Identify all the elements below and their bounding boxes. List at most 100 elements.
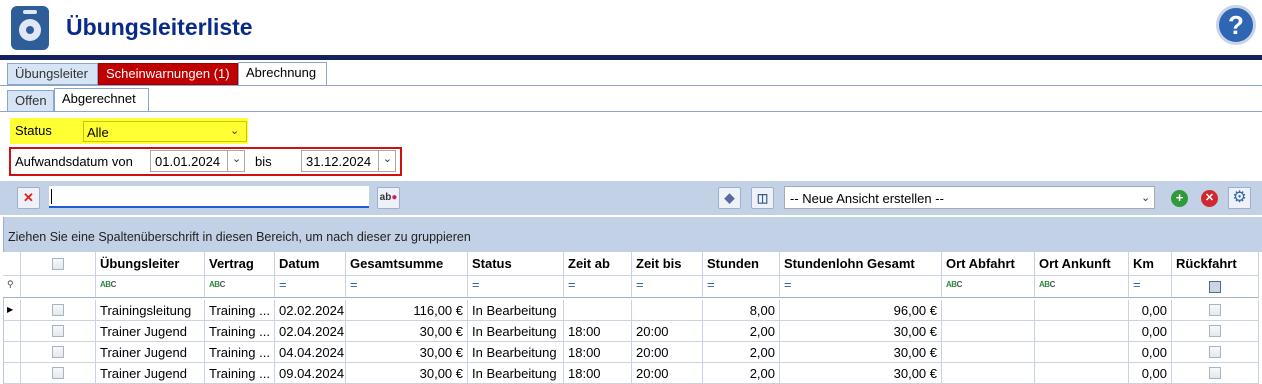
cell-ort-ankunft[interactable] bbox=[1035, 363, 1129, 384]
cell-ort-abfahrt[interactable] bbox=[942, 342, 1035, 363]
column-header-status[interactable]: Status bbox=[468, 252, 564, 276]
cell-ort-ankunft[interactable] bbox=[1035, 300, 1129, 321]
subtab-offen[interactable]: Offen bbox=[7, 90, 54, 112]
cell-stunden[interactable]: 2,00 bbox=[703, 342, 780, 363]
cell-status[interactable]: In Bearbeitung bbox=[468, 363, 564, 384]
cell-vertrag[interactable]: Training ... bbox=[205, 342, 275, 363]
cell-status[interactable]: In Bearbeitung bbox=[468, 342, 564, 363]
filter-equals-icon[interactable]: = bbox=[346, 276, 468, 298]
cell-status[interactable]: In Bearbeitung bbox=[468, 321, 564, 342]
column-header-stundenlohn[interactable]: Stundenlohn Gesamt bbox=[780, 252, 942, 276]
cell-km[interactable]: 0,00 bbox=[1129, 321, 1172, 342]
cell-zeit-bis[interactable] bbox=[632, 300, 703, 321]
column-header-km[interactable]: Km bbox=[1129, 252, 1172, 276]
cell-datum[interactable]: 02.02.2024 bbox=[275, 300, 346, 321]
cell-status[interactable]: In Bearbeitung bbox=[468, 300, 564, 321]
cell-stundenlohn[interactable]: 96,00 € bbox=[780, 300, 942, 321]
delete-view-button[interactable]: ✕ bbox=[1201, 190, 1218, 207]
cell-ort-ankunft[interactable] bbox=[1035, 321, 1129, 342]
column-header-stunden[interactable]: Stunden bbox=[703, 252, 780, 276]
filter-equals-icon[interactable]: = bbox=[703, 276, 780, 298]
cell-vertrag[interactable]: Training ... bbox=[205, 300, 275, 321]
cell-datum[interactable]: 04.04.2024 bbox=[275, 342, 346, 363]
cell-gesamtsumme[interactable]: 30,00 € bbox=[346, 342, 468, 363]
cell-zeit-bis[interactable]: 20:00 bbox=[632, 321, 703, 342]
filter-cell-select[interactable] bbox=[21, 276, 96, 298]
cell-rueckfahrt-checkbox[interactable] bbox=[1172, 321, 1259, 342]
cell-km[interactable]: 0,00 bbox=[1129, 342, 1172, 363]
cell-vertrag[interactable]: Training ... bbox=[205, 363, 275, 384]
cell-km[interactable]: 0,00 bbox=[1129, 300, 1172, 321]
cell-zeit-ab[interactable]: 18:00 bbox=[564, 363, 632, 384]
filter-equals-icon[interactable]: = bbox=[275, 276, 346, 298]
help-icon[interactable]: ? bbox=[1216, 5, 1256, 45]
book-icon[interactable]: ◫ bbox=[751, 187, 774, 209]
cell-zeit-bis[interactable]: 20:00 bbox=[632, 363, 703, 384]
cell-zeit-ab[interactable] bbox=[564, 300, 632, 321]
cell-ort-abfahrt[interactable] bbox=[942, 300, 1035, 321]
filter-text-icon[interactable]: ABC bbox=[205, 276, 275, 298]
cell-stundenlohn[interactable]: 30,00 € bbox=[780, 321, 942, 342]
column-header-rueckfahrt[interactable]: Rückfahrt bbox=[1172, 252, 1259, 276]
cell-stunden[interactable]: 8,00 bbox=[703, 300, 780, 321]
chevron-down-icon[interactable]: ⌄ bbox=[227, 150, 245, 172]
column-header-zeit-bis[interactable]: Zeit bis bbox=[632, 252, 703, 276]
tab-uebungsleiter[interactable]: Übungsleiter bbox=[7, 63, 98, 85]
chevron-down-icon[interactable]: ⌄ bbox=[1141, 191, 1150, 204]
filter-equals-icon[interactable]: = bbox=[632, 276, 703, 298]
find-replace-button[interactable]: ab● bbox=[377, 187, 400, 209]
filter-equals-icon[interactable]: = bbox=[1129, 276, 1172, 298]
row-checkbox[interactable] bbox=[21, 363, 96, 384]
filter-equals-icon[interactable]: = bbox=[780, 276, 942, 298]
cell-km[interactable]: 0,00 bbox=[1129, 363, 1172, 384]
cell-ort-abfahrt[interactable] bbox=[942, 363, 1035, 384]
cell-ort-abfahrt[interactable] bbox=[942, 321, 1035, 342]
search-input[interactable] bbox=[49, 186, 369, 208]
column-header-ort-abfahrt[interactable]: Ort Abfahrt bbox=[942, 252, 1035, 276]
cell-datum[interactable]: 02.04.2024 bbox=[275, 321, 346, 342]
row-checkbox[interactable] bbox=[21, 300, 96, 321]
select-all-checkbox[interactable] bbox=[21, 252, 96, 276]
cell-gesamtsumme[interactable]: 30,00 € bbox=[346, 321, 468, 342]
cell-rueckfahrt-checkbox[interactable] bbox=[1172, 363, 1259, 384]
cell-zeit-bis[interactable]: 20:00 bbox=[632, 342, 703, 363]
filter-checkbox[interactable] bbox=[1172, 276, 1259, 298]
column-header-gesamtsumme[interactable]: Gesamtsumme bbox=[346, 252, 468, 276]
cell-gesamtsumme[interactable]: 30,00 € bbox=[346, 363, 468, 384]
cell-uebungsleiter[interactable]: Trainer Jugend bbox=[96, 342, 205, 363]
clear-search-button[interactable]: ✕ bbox=[17, 187, 40, 209]
layers-icon[interactable]: ◆ bbox=[718, 187, 741, 209]
cell-vertrag[interactable]: Training ... bbox=[205, 321, 275, 342]
tab-abrechnung[interactable]: Abrechnung bbox=[238, 62, 327, 86]
cell-zeit-ab[interactable]: 18:00 bbox=[564, 342, 632, 363]
row-checkbox[interactable] bbox=[21, 342, 96, 363]
filter-text-icon[interactable]: ABC bbox=[96, 276, 205, 298]
gear-icon[interactable]: ⚙ bbox=[1228, 187, 1251, 209]
cell-uebungsleiter[interactable]: Trainer Jugend bbox=[96, 363, 205, 384]
column-header-vertrag[interactable]: Vertrag bbox=[205, 252, 275, 276]
cell-stundenlohn[interactable]: 30,00 € bbox=[780, 342, 942, 363]
cell-gesamtsumme[interactable]: 116,00 € bbox=[346, 300, 468, 321]
cell-rueckfahrt-checkbox[interactable] bbox=[1172, 342, 1259, 363]
column-header-uebungsleiter[interactable]: Übungsleiter bbox=[96, 252, 205, 276]
subtab-abgerechnet[interactable]: Abgerechnet bbox=[54, 88, 149, 112]
cell-zeit-ab[interactable]: 18:00 bbox=[564, 321, 632, 342]
filter-text-icon[interactable]: ABC bbox=[942, 276, 1035, 298]
cell-stunden[interactable]: 2,00 bbox=[703, 363, 780, 384]
filter-equals-icon[interactable]: = bbox=[564, 276, 632, 298]
filter-equals-icon[interactable]: = bbox=[468, 276, 564, 298]
chevron-down-icon[interactable]: ⌄ bbox=[378, 150, 396, 172]
cell-stundenlohn[interactable]: 30,00 € bbox=[780, 363, 942, 384]
filter-text-icon[interactable]: ABC bbox=[1035, 276, 1129, 298]
add-view-button[interactable]: + bbox=[1171, 190, 1188, 207]
row-checkbox[interactable] bbox=[21, 321, 96, 342]
tab-scheinwarnungen[interactable]: Scheinwarnungen (1) bbox=[98, 63, 238, 85]
cell-datum[interactable]: 09.04.2024 bbox=[275, 363, 346, 384]
column-header-datum[interactable]: Datum bbox=[275, 252, 346, 276]
column-header-zeit-ab[interactable]: Zeit ab bbox=[564, 252, 632, 276]
column-header-ort-ankunft[interactable]: Ort Ankunft bbox=[1035, 252, 1129, 276]
cell-stunden[interactable]: 2,00 bbox=[703, 321, 780, 342]
cell-ort-ankunft[interactable] bbox=[1035, 342, 1129, 363]
cell-rueckfahrt-checkbox[interactable] bbox=[1172, 300, 1259, 321]
chevron-down-icon[interactable]: ⌄ bbox=[230, 124, 239, 137]
